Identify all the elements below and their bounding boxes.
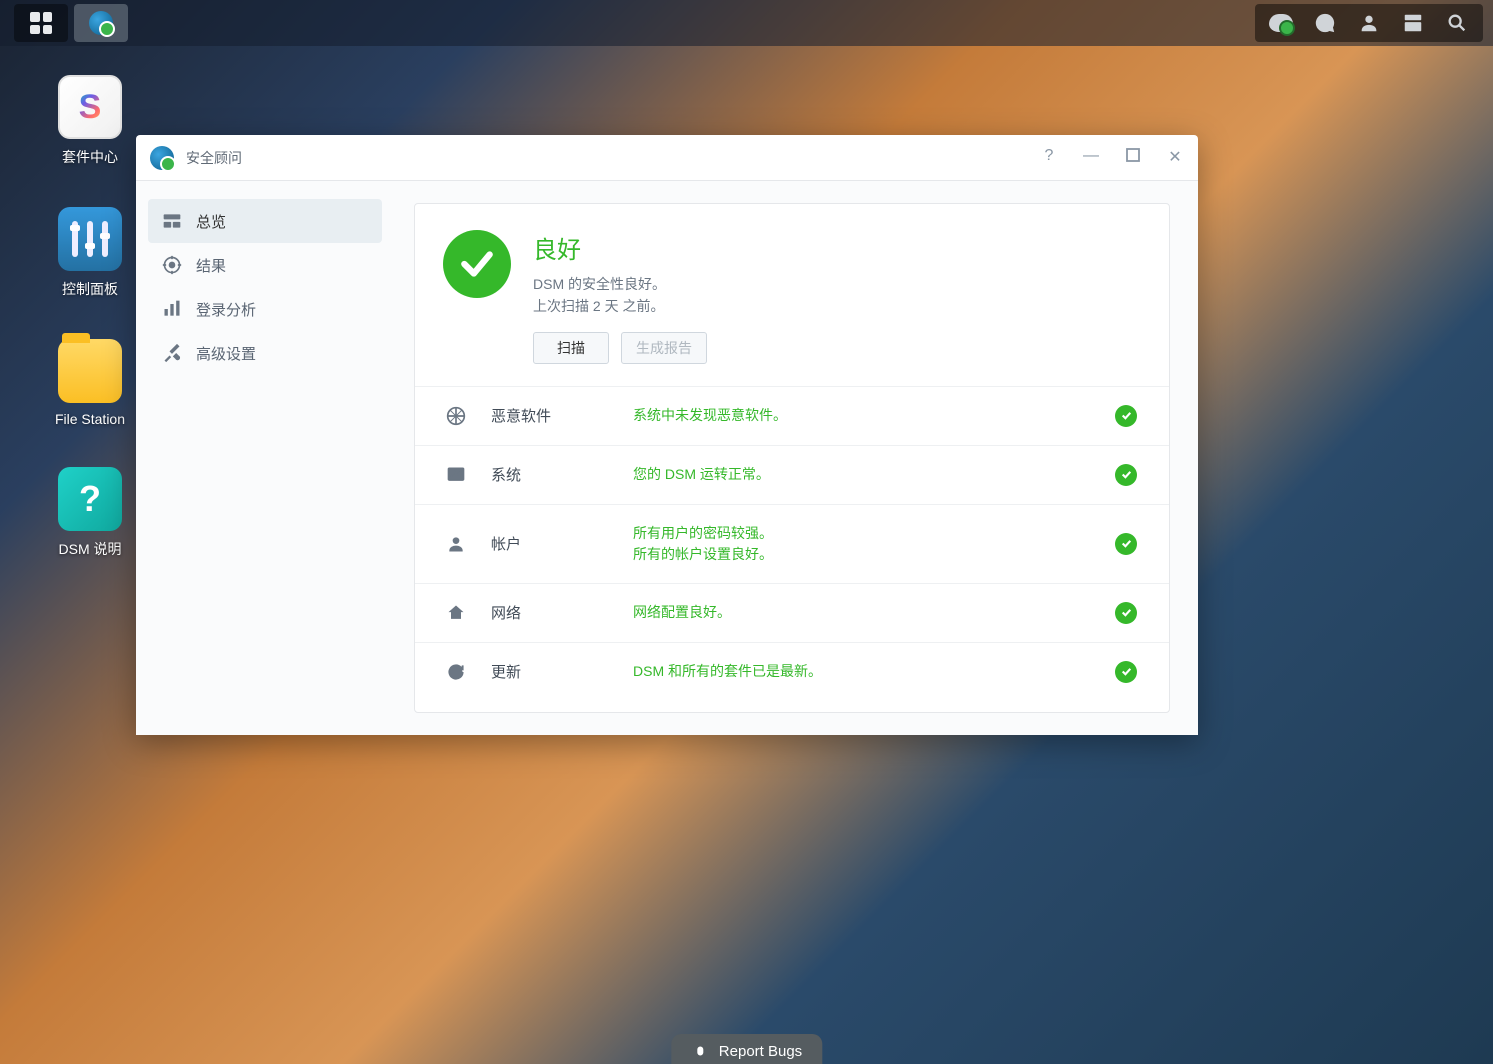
- category-system[interactable]: 系统 您的 DSM 运转正常。: [415, 446, 1169, 505]
- malware-icon: [443, 406, 469, 426]
- target-icon: [162, 255, 182, 275]
- desktop-icon-file-station[interactable]: File Station: [30, 339, 150, 427]
- sidebar-item-advanced[interactable]: 高级设置: [148, 331, 382, 375]
- category-message: 所有用户的密码较强。 所有的帐户设置良好。: [633, 523, 1115, 565]
- status-line-1: DSM 的安全性良好。: [533, 273, 707, 295]
- system-tray: [1255, 4, 1483, 42]
- window-titlebar[interactable]: 安全顾问 ? — ✕: [136, 135, 1198, 181]
- sidebar-item-label: 总览: [196, 211, 226, 232]
- widgets-icon[interactable]: [1391, 4, 1435, 42]
- status-title: 良好: [533, 230, 707, 265]
- main-menu-button[interactable]: [14, 4, 68, 42]
- category-name: 帐户: [469, 533, 633, 554]
- generate-report-button[interactable]: 生成报告: [621, 332, 707, 364]
- security-advisor-icon: [89, 11, 113, 35]
- desktop-icon-package-center[interactable]: 套件中心: [30, 75, 150, 167]
- grid-icon: [30, 12, 52, 34]
- desktop-icon-control-panel[interactable]: 控制面板: [30, 207, 150, 299]
- sidebar-item-label: 高级设置: [196, 343, 256, 364]
- ok-badge: [1115, 405, 1137, 427]
- help-icon: ?: [58, 467, 122, 531]
- close-button[interactable]: ✕: [1166, 147, 1184, 168]
- category-malware[interactable]: 恶意软件 系统中未发现恶意软件。: [415, 387, 1169, 446]
- tools-icon: [162, 343, 182, 363]
- category-message: 您的 DSM 运转正常。: [633, 464, 1115, 485]
- cloud-status-icon[interactable]: [1259, 4, 1303, 42]
- category-message: 网络配置良好。: [633, 602, 1115, 623]
- control-panel-icon: [58, 207, 122, 271]
- category-name: 更新: [469, 661, 633, 682]
- chart-icon: [162, 299, 182, 319]
- sidebar-item-login-analysis[interactable]: 登录分析: [148, 287, 382, 331]
- security-advisor-window: 安全顾问 ? — ✕ 总览 结果 登录分析: [136, 135, 1198, 735]
- scan-button[interactable]: 扫描: [533, 332, 609, 364]
- desktop-icons: 套件中心 控制面板 File Station ? DSM 说明: [30, 75, 150, 559]
- notification-icon[interactable]: [1303, 4, 1347, 42]
- overview-icon: [162, 211, 182, 231]
- category-name: 网络: [469, 602, 633, 623]
- sidebar: 总览 结果 登录分析 高级设置: [136, 181, 394, 735]
- window-app-icon: [150, 146, 174, 170]
- category-message: 系统中未发现恶意软件。: [633, 405, 1115, 426]
- package-center-icon: [58, 75, 122, 139]
- minimize-button[interactable]: —: [1082, 147, 1100, 168]
- ok-badge: [1115, 464, 1137, 486]
- ok-badge: [1115, 533, 1137, 555]
- status-block: 良好 DSM 的安全性良好。 上次扫描 2 天 之前。 扫描 生成报告: [415, 204, 1169, 386]
- user-icon[interactable]: [1347, 4, 1391, 42]
- bug-icon: [691, 1042, 709, 1060]
- desktop-icon-label: 套件中心: [62, 147, 118, 167]
- desktop-icon-label: 控制面板: [62, 279, 118, 299]
- category-update[interactable]: 更新 DSM 和所有的套件已是最新。: [415, 643, 1169, 701]
- sidebar-item-label: 登录分析: [196, 299, 256, 320]
- taskbar: [0, 0, 1493, 46]
- security-advisor-taskbar-button[interactable]: [74, 4, 128, 42]
- status-check-icon: [443, 230, 511, 298]
- desktop-icon-dsm-help[interactable]: ? DSM 说明: [30, 467, 150, 559]
- maximize-button[interactable]: [1124, 147, 1142, 168]
- category-network[interactable]: 网络 网络配置良好。: [415, 584, 1169, 643]
- status-line-2: 上次扫描 2 天 之前。: [533, 295, 707, 317]
- desktop-icon-label: DSM 说明: [59, 539, 122, 559]
- main-panel: 良好 DSM 的安全性良好。 上次扫描 2 天 之前。 扫描 生成报告 恶意软件…: [414, 203, 1170, 713]
- update-icon: [443, 662, 469, 682]
- help-button[interactable]: ?: [1040, 147, 1058, 168]
- category-name: 恶意软件: [469, 405, 633, 426]
- window-title: 安全顾问: [186, 148, 242, 168]
- sidebar-item-label: 结果: [196, 255, 226, 276]
- category-account[interactable]: 帐户 所有用户的密码较强。 所有的帐户设置良好。: [415, 505, 1169, 584]
- search-icon[interactable]: [1435, 4, 1479, 42]
- file-station-icon: [58, 339, 122, 403]
- ok-badge: [1115, 661, 1137, 683]
- account-icon: [443, 534, 469, 554]
- report-bugs-label: Report Bugs: [719, 1043, 802, 1060]
- system-icon: [443, 465, 469, 485]
- sidebar-item-results[interactable]: 结果: [148, 243, 382, 287]
- desktop-icon-label: File Station: [55, 411, 125, 427]
- category-list: 恶意软件 系统中未发现恶意软件。 系统 您的 DSM 运转正常。 帐户 所有用户…: [415, 386, 1169, 701]
- category-name: 系统: [469, 464, 633, 485]
- category-message: DSM 和所有的套件已是最新。: [633, 661, 1115, 682]
- ok-badge: [1115, 602, 1137, 624]
- report-bugs-button[interactable]: Report Bugs: [671, 1034, 822, 1064]
- sidebar-item-overview[interactable]: 总览: [148, 199, 382, 243]
- network-icon: [443, 603, 469, 623]
